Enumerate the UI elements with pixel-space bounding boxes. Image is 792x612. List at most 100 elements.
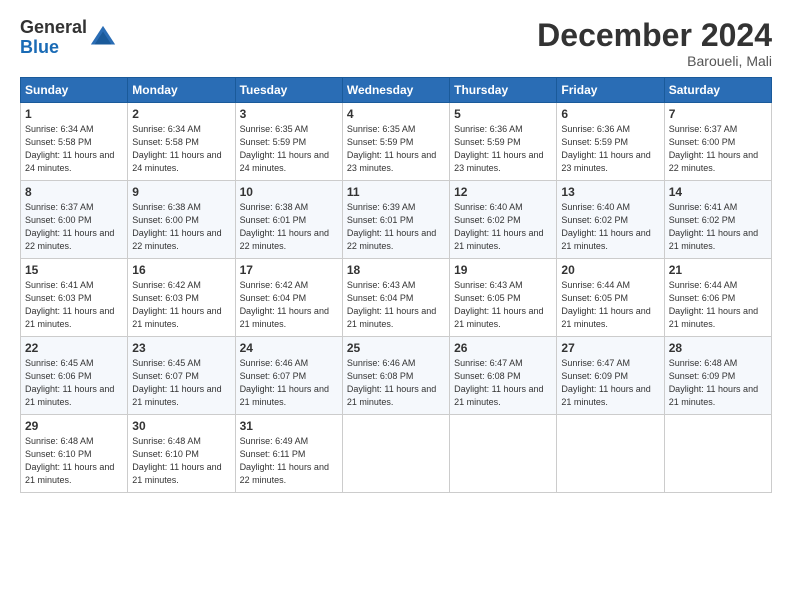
- calendar-cell: 24Sunrise: 6:46 AMSunset: 6:07 PMDayligh…: [235, 337, 342, 415]
- header-tuesday: Tuesday: [235, 78, 342, 103]
- weekday-header-row: Sunday Monday Tuesday Wednesday Thursday…: [21, 78, 772, 103]
- day-number: 6: [561, 107, 659, 121]
- day-info: Sunrise: 6:43 AMSunset: 6:04 PMDaylight:…: [347, 279, 445, 331]
- day-info: Sunrise: 6:48 AMSunset: 6:10 PMDaylight:…: [25, 435, 123, 487]
- day-info: Sunrise: 6:42 AMSunset: 6:04 PMDaylight:…: [240, 279, 338, 331]
- logo-blue: Blue: [20, 38, 87, 58]
- day-info: Sunrise: 6:45 AMSunset: 6:07 PMDaylight:…: [132, 357, 230, 409]
- day-number: 27: [561, 341, 659, 355]
- calendar-week-row: 22 Sunrise: 6:45 AMSunset: 6:06 PMDayligh…: [21, 337, 772, 415]
- day-number: 2: [132, 107, 230, 121]
- day-number: 15: [25, 263, 123, 277]
- calendar-cell: [450, 415, 557, 493]
- calendar-table: Sunday Monday Tuesday Wednesday Thursday…: [20, 77, 772, 493]
- day-info: Sunrise: 6:46 AMSunset: 6:08 PMDaylight:…: [347, 357, 445, 409]
- day-number: 11: [347, 185, 445, 199]
- calendar-cell: 10 Sunrise: 6:38 AMSunset: 6:01 PMDayligh…: [235, 181, 342, 259]
- calendar-cell: 30 Sunrise: 6:48 AMSunset: 6:10 PMDayligh…: [128, 415, 235, 493]
- calendar-cell: [557, 415, 664, 493]
- day-number: 21: [669, 263, 767, 277]
- day-number: 10: [240, 185, 338, 199]
- calendar-cell: 21 Sunrise: 6:44 AMSunset: 6:06 PMDayligh…: [664, 259, 771, 337]
- logo-icon: [89, 24, 117, 52]
- calendar-cell: 27 Sunrise: 6:47 AMSunset: 6:09 PMDayligh…: [557, 337, 664, 415]
- calendar-cell: 20Sunrise: 6:44 AMSunset: 6:05 PMDayligh…: [557, 259, 664, 337]
- day-info: Sunrise: 6:34 AMSunset: 5:58 PMDaylight:…: [132, 123, 230, 175]
- calendar-cell: 2 Sunrise: 6:34 AMSunset: 5:58 PMDaylight…: [128, 103, 235, 181]
- day-info: Sunrise: 6:45 AMSunset: 6:06 PMDaylight:…: [25, 357, 123, 409]
- day-info: Sunrise: 6:48 AMSunset: 6:10 PMDaylight:…: [132, 435, 230, 487]
- day-number: 26: [454, 341, 552, 355]
- day-number: 28: [669, 341, 767, 355]
- calendar-cell: 4 Sunrise: 6:35 AMSunset: 5:59 PMDaylight…: [342, 103, 449, 181]
- day-info: Sunrise: 6:46 AMSunset: 6:07 PMDaylight:…: [240, 357, 338, 409]
- day-number: 1: [25, 107, 123, 121]
- day-info: Sunrise: 6:37 AMSunset: 6:00 PMDaylight:…: [669, 123, 767, 175]
- day-number: 13: [561, 185, 659, 199]
- day-info: Sunrise: 6:40 AMSunset: 6:02 PMDaylight:…: [454, 201, 552, 253]
- day-number: 4: [347, 107, 445, 121]
- day-number: 20: [561, 263, 659, 277]
- day-info: Sunrise: 6:40 AMSunset: 6:02 PMDaylight:…: [561, 201, 659, 253]
- calendar-cell: 1 Sunrise: 6:34 AMSunset: 5:58 PMDaylight…: [21, 103, 128, 181]
- logo-general: General: [20, 18, 87, 38]
- day-number: 5: [454, 107, 552, 121]
- day-info: Sunrise: 6:35 AMSunset: 5:59 PMDaylight:…: [240, 123, 338, 175]
- day-info: Sunrise: 6:47 AMSunset: 6:09 PMDaylight:…: [561, 357, 659, 409]
- calendar-cell: 29 Sunrise: 6:48 AMSunset: 6:10 PMDayligh…: [21, 415, 128, 493]
- day-number: 3: [240, 107, 338, 121]
- calendar-cell: 5 Sunrise: 6:36 AMSunset: 5:59 PMDaylight…: [450, 103, 557, 181]
- calendar-cell: 13 Sunrise: 6:40 AMSunset: 6:02 PMDayligh…: [557, 181, 664, 259]
- header-thursday: Thursday: [450, 78, 557, 103]
- calendar-cell: 15 Sunrise: 6:41 AMSunset: 6:03 PMDayligh…: [21, 259, 128, 337]
- calendar-cell: 3 Sunrise: 6:35 AMSunset: 5:59 PMDaylight…: [235, 103, 342, 181]
- day-info: Sunrise: 6:48 AMSunset: 6:09 PMDaylight:…: [669, 357, 767, 409]
- calendar-cell: 19Sunrise: 6:43 AMSunset: 6:05 PMDayligh…: [450, 259, 557, 337]
- day-info: Sunrise: 6:34 AMSunset: 5:58 PMDaylight:…: [25, 123, 123, 175]
- calendar-week-row: 1 Sunrise: 6:34 AMSunset: 5:58 PMDaylight…: [21, 103, 772, 181]
- day-info: Sunrise: 6:38 AMSunset: 6:01 PMDaylight:…: [240, 201, 338, 253]
- day-number: 29: [25, 419, 123, 433]
- day-info: Sunrise: 6:44 AMSunset: 6:06 PMDaylight:…: [669, 279, 767, 331]
- calendar-cell: 23 Sunrise: 6:45 AMSunset: 6:07 PMDayligh…: [128, 337, 235, 415]
- day-number: 23: [132, 341, 230, 355]
- day-number: 9: [132, 185, 230, 199]
- header-saturday: Saturday: [664, 78, 771, 103]
- calendar-cell: 16Sunrise: 6:42 AMSunset: 6:03 PMDayligh…: [128, 259, 235, 337]
- calendar-cell: 14Sunrise: 6:41 AMSunset: 6:02 PMDayligh…: [664, 181, 771, 259]
- day-number: 22: [25, 341, 123, 355]
- day-info: Sunrise: 6:36 AMSunset: 5:59 PMDaylight:…: [561, 123, 659, 175]
- day-number: 30: [132, 419, 230, 433]
- day-number: 31: [240, 419, 338, 433]
- day-info: Sunrise: 6:37 AMSunset: 6:00 PMDaylight:…: [25, 201, 123, 253]
- day-info: Sunrise: 6:41 AMSunset: 6:03 PMDaylight:…: [25, 279, 123, 331]
- calendar-cell: 31 Sunrise: 6:49 AMSunset: 6:11 PMDayligh…: [235, 415, 342, 493]
- day-info: Sunrise: 6:38 AMSunset: 6:00 PMDaylight:…: [132, 201, 230, 253]
- day-info: Sunrise: 6:49 AMSunset: 6:11 PMDaylight:…: [240, 435, 338, 487]
- calendar-cell: [664, 415, 771, 493]
- calendar-cell: 9 Sunrise: 6:38 AMSunset: 6:00 PMDaylight…: [128, 181, 235, 259]
- month-year-title: December 2024: [537, 18, 772, 53]
- calendar-cell: 22 Sunrise: 6:45 AMSunset: 6:06 PMDayligh…: [21, 337, 128, 415]
- logo-text-block: General Blue: [20, 18, 117, 58]
- header: General Blue December 2024 Baroueli, Mal…: [20, 18, 772, 69]
- calendar-cell: 26Sunrise: 6:47 AMSunset: 6:08 PMDayligh…: [450, 337, 557, 415]
- calendar-week-row: 15 Sunrise: 6:41 AMSunset: 6:03 PMDayligh…: [21, 259, 772, 337]
- day-info: Sunrise: 6:35 AMSunset: 5:59 PMDaylight:…: [347, 123, 445, 175]
- day-info: Sunrise: 6:39 AMSunset: 6:01 PMDaylight:…: [347, 201, 445, 253]
- day-number: 17: [240, 263, 338, 277]
- calendar-cell: [342, 415, 449, 493]
- calendar-week-row: 29 Sunrise: 6:48 AMSunset: 6:10 PMDayligh…: [21, 415, 772, 493]
- day-info: Sunrise: 6:36 AMSunset: 5:59 PMDaylight:…: [454, 123, 552, 175]
- calendar-cell: 11 Sunrise: 6:39 AMSunset: 6:01 PMDayligh…: [342, 181, 449, 259]
- day-number: 8: [25, 185, 123, 199]
- calendar-cell: 28 Sunrise: 6:48 AMSunset: 6:09 PMDayligh…: [664, 337, 771, 415]
- calendar-cell: 8 Sunrise: 6:37 AMSunset: 6:00 PMDaylight…: [21, 181, 128, 259]
- calendar-cell: 12Sunrise: 6:40 AMSunset: 6:02 PMDayligh…: [450, 181, 557, 259]
- header-sunday: Sunday: [21, 78, 128, 103]
- logo-text: General Blue: [20, 18, 87, 58]
- day-number: 14: [669, 185, 767, 199]
- header-friday: Friday: [557, 78, 664, 103]
- day-number: 7: [669, 107, 767, 121]
- calendar-cell: 18Sunrise: 6:43 AMSunset: 6:04 PMDayligh…: [342, 259, 449, 337]
